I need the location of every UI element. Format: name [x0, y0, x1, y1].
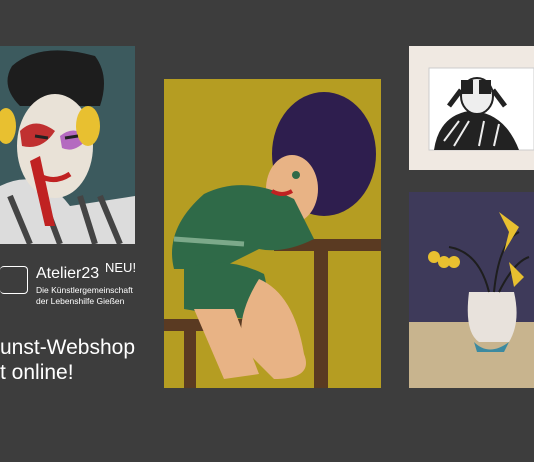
seated-figure-artwork[interactable]: [164, 79, 381, 388]
atelier23-logo-icon: [0, 266, 28, 294]
binoculars-print-artwork[interactable]: [409, 46, 534, 170]
portrait-artwork[interactable]: [0, 46, 135, 244]
new-badge: NEU!: [105, 260, 137, 275]
headline-line-1: unst-Webshop: [0, 336, 136, 359]
headline-line-2: t online!: [0, 361, 74, 384]
brand-description-line-2: der Lebenshilfe Gießen: [36, 296, 125, 306]
still-life-artwork[interactable]: [409, 192, 534, 388]
brand-name: Atelier23: [36, 265, 100, 282]
brand-description-line-1: Die Künstlergemeinschaft: [36, 285, 133, 295]
